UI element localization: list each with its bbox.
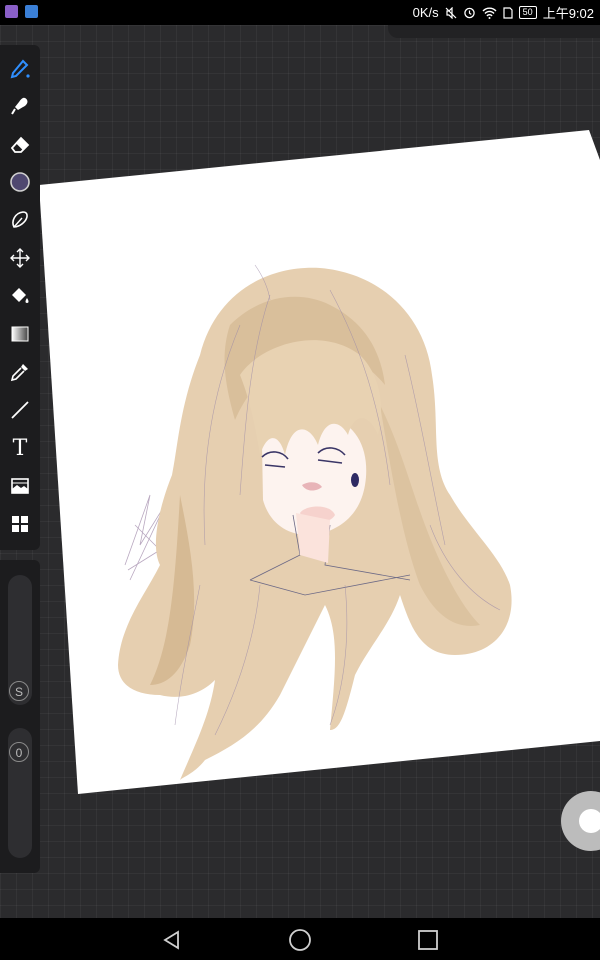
alarm-icon xyxy=(463,7,475,19)
color-swatch xyxy=(10,172,30,192)
brush-tool[interactable] xyxy=(5,53,35,83)
eraser-icon xyxy=(10,136,30,153)
mute-icon xyxy=(445,6,457,19)
lasso-tool[interactable] xyxy=(5,205,35,235)
layers-grid-icon xyxy=(12,516,28,532)
image-icon xyxy=(11,478,29,494)
move-icon xyxy=(10,248,30,268)
fill-tool[interactable] xyxy=(5,281,35,311)
wifi-icon xyxy=(482,7,497,19)
text-tool[interactable]: T xyxy=(5,433,35,463)
gradient-tool[interactable] xyxy=(5,319,35,349)
line-icon xyxy=(11,401,29,419)
layers-tool[interactable] xyxy=(5,509,35,539)
color-picker-tool[interactable] xyxy=(5,167,35,197)
eraser-tool[interactable] xyxy=(5,129,35,159)
clock: 上午9:02 xyxy=(542,6,594,21)
paint-bucket-icon xyxy=(12,288,29,303)
eyedropper-tool[interactable] xyxy=(5,357,35,387)
brush-settings-panel: S 0 xyxy=(0,560,40,873)
home-icon xyxy=(289,929,311,951)
navigation-bar xyxy=(0,918,600,960)
app-notification-icon xyxy=(5,5,18,18)
opacity-slider-label: 0 xyxy=(9,742,29,762)
back-icon xyxy=(163,930,179,950)
tool-panel: T xyxy=(0,45,40,550)
line-tool[interactable] xyxy=(5,395,35,425)
back-button[interactable] xyxy=(158,926,186,954)
smudge-tool[interactable] xyxy=(5,91,35,121)
lasso-icon xyxy=(12,211,28,228)
image-tool[interactable] xyxy=(5,471,35,501)
transform-tool[interactable] xyxy=(5,243,35,273)
size-slider-label: S xyxy=(9,681,29,701)
smudge-icon xyxy=(11,97,28,115)
recents-button[interactable] xyxy=(414,926,442,954)
earring xyxy=(351,473,359,487)
brush-icon xyxy=(10,59,30,79)
drawing-canvas[interactable] xyxy=(0,25,600,918)
home-button[interactable] xyxy=(286,926,314,954)
text-icon: T xyxy=(12,435,28,461)
status-bar: 0K/s 50 上午9:02 xyxy=(0,0,600,25)
sim-icon xyxy=(503,6,513,19)
eyedropper-icon xyxy=(10,364,28,382)
battery-level: 50 xyxy=(518,6,537,19)
network-speed: 0K/s xyxy=(412,5,439,20)
gradient-icon xyxy=(11,326,29,342)
status-indicators: 0K/s 50 上午9:02 xyxy=(413,0,594,25)
recents-icon xyxy=(418,930,438,950)
quick-action-inner xyxy=(579,809,600,833)
canvas-area[interactable] xyxy=(0,25,600,918)
app-notification-icon xyxy=(25,5,38,18)
